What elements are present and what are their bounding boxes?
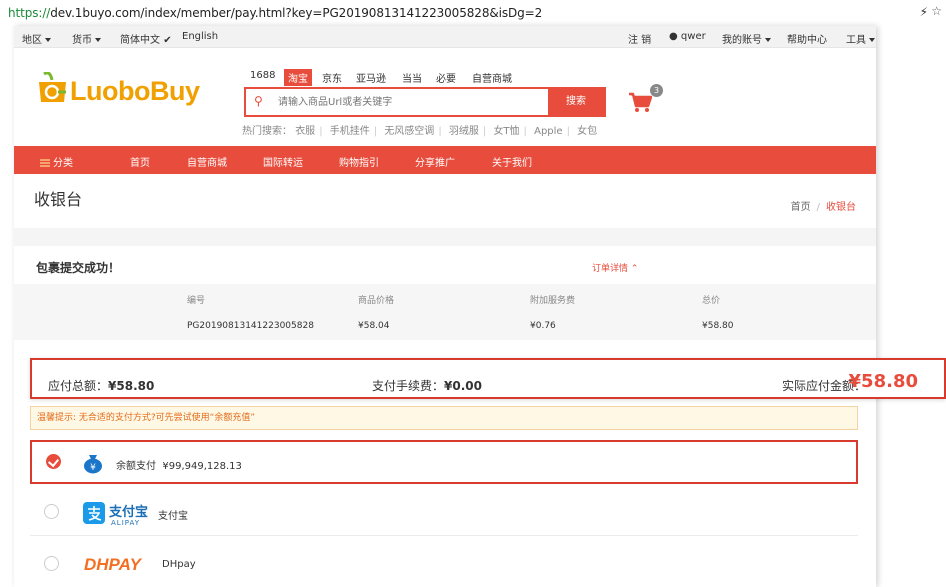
order-total: ¥58.80 [702, 321, 734, 331]
hot-word[interactable]: 羽绒服 [449, 126, 479, 137]
logout-link[interactable]: 注 销 [628, 31, 651, 46]
chevron-up-icon: ⌃ [630, 264, 639, 274]
payment-label: DHpay [162, 559, 196, 570]
check-icon: ✔ [163, 35, 172, 46]
nav-shopping-guide[interactable]: 购物指引 [339, 154, 379, 169]
cart-count-badge: 3 [650, 84, 663, 97]
user-icon: ● [669, 31, 678, 42]
cart-button[interactable]: 3 [628, 84, 663, 116]
caret-down-icon [765, 38, 771, 42]
logo-text: LuoboBuy [70, 76, 200, 106]
my-account-dropdown[interactable]: 我的账号 [722, 31, 771, 46]
region-dropdown[interactable]: 地区 [22, 31, 51, 46]
help-center-link[interactable]: 帮助中心 [787, 31, 827, 46]
search-tab-taobao[interactable]: 淘宝 [284, 69, 312, 86]
dhpay-logo: DHPAY [84, 555, 141, 574]
nav-home[interactable]: 首页 [130, 154, 150, 169]
search-button[interactable]: 搜索 [548, 89, 604, 115]
hot-search-label: 热门搜索： [242, 126, 292, 137]
hot-word[interactable]: 衣服 [295, 126, 315, 137]
radio-checked[interactable] [46, 454, 61, 469]
breadcrumb-current: 收银台 [826, 202, 856, 213]
nav-own-mall[interactable]: 自营商城 [187, 154, 227, 169]
currency-dropdown[interactable]: 货币 [72, 31, 101, 46]
page-title: 收银台 [34, 190, 83, 209]
search-icon: ⚲ [254, 94, 263, 108]
order-number: PG20190813141223005828 [187, 321, 314, 331]
hot-word[interactable]: 女包 [577, 126, 597, 137]
order-price: ¥58.04 [358, 321, 390, 331]
alipay-icon [83, 502, 105, 524]
hot-word[interactable]: 无风感空调 [384, 126, 434, 137]
url-text[interactable]: https://dev.1buyo.com/index/member/pay.h… [8, 6, 542, 20]
site-logo[interactable]: LuoboBuy [36, 72, 206, 112]
payment-tip: 温馨提示: 无合适的支付方式?可先尝试使用“余额充值” [30, 406, 858, 430]
payment-fee: 支付手续费：¥0.00 [372, 379, 482, 393]
col-header-number: 编号 [187, 296, 206, 306]
payment-summary: 应付总额：¥58.80 支付手续费：¥0.00 实际应付金额： ¥58.80 [30, 358, 946, 399]
language-chinese[interactable]: 简体中文 ✔ [120, 31, 172, 46]
success-message: 包裹提交成功！ [36, 261, 121, 275]
hot-word[interactable]: 手机挂件 [330, 126, 370, 137]
col-header-service-fee: 附加服务费 [530, 296, 576, 306]
nav-international-forwarding[interactable]: 国际转运 [263, 154, 303, 169]
user-link[interactable]: ● qwer [669, 31, 706, 42]
search-input[interactable] [278, 93, 538, 111]
order-service-fee: ¥0.76 [530, 321, 556, 331]
breadcrumb: 首页 / 收银台 [790, 202, 856, 213]
radio-unchecked[interactable] [44, 556, 59, 571]
star-icon[interactable]: ☆ [931, 4, 942, 18]
search-tab-own-mall[interactable]: 自营商城 [468, 69, 516, 86]
caret-down-icon [95, 38, 101, 42]
breadcrumb-home[interactable]: 首页 [791, 202, 811, 213]
tools-dropdown[interactable]: 工具 [846, 31, 875, 46]
search-tab-dangdang[interactable]: 当当 [398, 69, 426, 86]
order-table: 编号 商品价格 附加服务费 总价 PG20190813141223005828 … [14, 284, 876, 340]
payment-option-alipay[interactable]: 支付宝 ALIPAY 支付宝 [30, 492, 858, 536]
hot-word[interactable]: Apple [534, 126, 562, 137]
search-box: ⚲ 搜索 [244, 87, 606, 117]
radio-unchecked[interactable] [44, 504, 59, 519]
payment-label: 支付宝 [158, 511, 188, 522]
page: 地区 货币 简体中文 ✔ English 注 销 ● qwer 我的账号 帮助中… [14, 26, 876, 587]
payment-option-balance[interactable]: ¥ 余额支付 ¥99,949,128.13 [30, 440, 858, 484]
search-tab-jd[interactable]: 京东 [318, 69, 346, 86]
lightning-icon[interactable]: ⚡ [920, 5, 928, 19]
alipay-logo-en: ALIPAY [111, 519, 141, 527]
hot-searches: 热门搜索： 衣服 | 手机挂件 | 无风感空调 | 羽绒服 | 女T恤 | Apple | … [242, 126, 598, 137]
payment-label: 余额支付 ¥99,949,128.13 [116, 461, 242, 472]
order-detail-link[interactable]: 订单详情 ⌃ [592, 261, 638, 274]
actual-due-amount: ¥58.80 [848, 371, 918, 392]
main-nav: 分类 首页 自营商城 国际转运 购物指引 分享推广 关于我们 [14, 146, 876, 174]
nav-about-us[interactable]: 关于我们 [492, 154, 532, 169]
nav-share-promotion[interactable]: 分享推广 [415, 154, 455, 169]
col-header-total: 总价 [702, 296, 721, 306]
browser-url-bar[interactable]: https://dev.1buyo.com/index/member/pay.h… [0, 0, 946, 26]
hot-word[interactable]: 女T恤 [493, 126, 519, 137]
top-utility-bar: 地区 货币 简体中文 ✔ English 注 销 ● qwer 我的账号 帮助中… [14, 26, 876, 48]
col-header-price: 商品价格 [358, 296, 395, 306]
caret-down-icon [869, 38, 875, 42]
alipay-logo-text: 支付宝 [109, 505, 149, 520]
money-bag-icon: ¥ [84, 455, 102, 474]
menu-icon [40, 159, 50, 167]
search-tab-1688[interactable]: 1688 [246, 69, 279, 82]
nav-category[interactable]: 分类 [40, 154, 73, 169]
search-tab-amazon[interactable]: 亚马逊 [352, 69, 390, 86]
svg-text:¥: ¥ [90, 463, 96, 473]
total-due: 应付总额：¥58.80 [48, 379, 155, 393]
payment-option-dhpay[interactable]: DHPAY DHpay [30, 544, 858, 587]
caret-down-icon [45, 38, 51, 42]
search-tab-biyao[interactable]: 必要 [432, 69, 460, 86]
section-divider [14, 228, 876, 246]
language-english[interactable]: English [182, 31, 218, 42]
cart-icon [629, 92, 653, 112]
